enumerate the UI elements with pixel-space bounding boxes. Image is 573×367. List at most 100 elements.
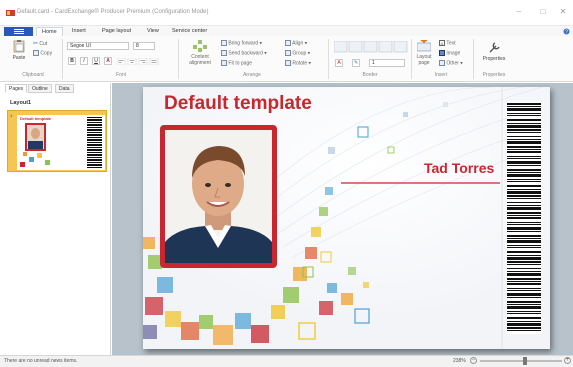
barcode-bar <box>507 108 541 111</box>
barcode-bar <box>507 149 541 150</box>
barcode-bar <box>507 301 541 303</box>
fit-to-page-button[interactable]: Fit to page <box>221 60 252 66</box>
app-icon <box>6 10 15 16</box>
barcode-bar <box>507 205 541 206</box>
help-icon[interactable]: ? <box>563 28 570 35</box>
close-button[interactable]: ✕ <box>556 6 570 18</box>
bring-forward-button[interactable]: Bring forward ▾ <box>221 40 262 46</box>
rotate-button[interactable]: Rotate ▾ <box>285 60 311 66</box>
align-button[interactable]: Align ▾ <box>285 40 307 46</box>
content-alignment-button[interactable]: Content alignment <box>183 40 217 66</box>
file-menu-button[interactable] <box>4 27 33 36</box>
thumbnail-photo <box>25 123 46 151</box>
copy-button[interactable]: Copy <box>33 50 52 56</box>
barcode-bar <box>507 247 541 248</box>
thumbnail-barcode <box>87 117 102 168</box>
barcode-bar <box>507 222 541 223</box>
barcode-bar <box>507 297 541 298</box>
align-right-icon[interactable] <box>138 57 148 66</box>
paste-icon <box>13 40 25 53</box>
page-thumbnail[interactable]: 1 Default template <box>7 110 107 172</box>
align-center-icon[interactable] <box>127 57 137 66</box>
tab-data[interactable]: Data <box>55 84 74 93</box>
align-left-icon[interactable] <box>116 57 126 66</box>
cut-icon: ✂ <box>33 41 39 47</box>
image-icon <box>439 50 445 56</box>
barcode-bar <box>507 273 541 276</box>
border-pen-button[interactable]: ✎ <box>352 59 360 67</box>
barcode-bar <box>507 271 541 272</box>
justify-icon[interactable] <box>149 57 159 66</box>
layout-page-button[interactable]: Layout page <box>414 40 434 66</box>
barcode-bar <box>507 132 541 133</box>
ribbon-separator <box>473 39 474 79</box>
barcode-bar <box>507 106 541 107</box>
border-color-button[interactable]: A <box>335 59 343 67</box>
ribbon-separator <box>411 39 412 79</box>
card-title[interactable]: Default template <box>164 93 312 115</box>
layout-page-icon <box>416 40 432 52</box>
minimize-button[interactable]: – <box>512 6 526 18</box>
properties-button[interactable]: Properties <box>480 40 508 62</box>
font-size-select[interactable]: 8 <box>133 42 155 50</box>
barcode-bar <box>507 129 541 131</box>
border-size-select[interactable]: 1 <box>369 59 405 67</box>
zoom-in-button[interactable]: + <box>564 357 571 364</box>
barcode-bar <box>507 113 541 114</box>
font-group-label: Font <box>115 72 126 78</box>
barcode-bar <box>507 146 541 148</box>
insert-image-button[interactable]: Image <box>439 50 460 56</box>
cut-button[interactable]: ✂ Cut <box>33 40 47 47</box>
bring-forward-icon <box>221 40 227 46</box>
photo-frame[interactable] <box>160 125 277 268</box>
barcode[interactable] <box>507 101 541 334</box>
tab-pages[interactable]: Pages <box>5 84 28 93</box>
ribbon-separator <box>62 39 63 79</box>
zoom-out-button[interactable]: − <box>470 357 477 364</box>
barcode-bar <box>507 257 541 260</box>
barcode-bar <box>507 123 541 124</box>
ribbon-separator <box>178 39 179 79</box>
tab-outline[interactable]: Outline <box>28 84 52 93</box>
paste-button[interactable]: Paste <box>10 39 28 61</box>
bold-button[interactable]: B <box>68 57 76 65</box>
copy-icon <box>33 50 39 56</box>
group-button[interactable]: Group ▾ <box>285 50 310 56</box>
italic-button[interactable]: I <box>80 57 88 65</box>
tab-page-layout[interactable]: Page layout <box>102 27 131 36</box>
cardholder-name[interactable]: Tad Torres <box>424 160 494 176</box>
barcode-bar <box>507 227 541 230</box>
font-color-button[interactable]: A <box>104 57 112 65</box>
barcode-bar <box>507 317 541 319</box>
id-card[interactable]: Default template Tad Torres <box>143 87 550 349</box>
tab-insert[interactable]: Insert <box>72 27 86 36</box>
border-group-label: Border <box>362 72 378 78</box>
font-family-select[interactable]: Segoe UI <box>67 42 129 50</box>
barcode-bar <box>507 306 541 309</box>
send-backward-button[interactable]: Send backward ▾ <box>221 50 267 56</box>
barcode-bar <box>507 224 541 225</box>
zoom-slider[interactable] <box>480 360 562 362</box>
insert-other-button[interactable]: Other ▾ <box>439 60 463 66</box>
barcode-bar <box>507 158 541 159</box>
insert-group-label: Insert <box>434 72 448 78</box>
tab-view[interactable]: View <box>147 27 159 36</box>
underline-button[interactable]: U <box>92 57 100 65</box>
insert-text-button[interactable]: A Text <box>439 40 455 46</box>
barcode-bar <box>507 125 541 128</box>
tab-service-center[interactable]: Service center <box>172 27 207 36</box>
barcode-bar <box>507 278 541 280</box>
maximize-button[interactable]: □ <box>536 6 550 18</box>
zoom-level-label: 238% <box>453 358 466 364</box>
barcode-bar <box>507 156 541 157</box>
text-icon: A <box>439 40 445 46</box>
border-style-gallery[interactable] <box>333 40 408 55</box>
barcode-bar <box>507 181 541 182</box>
barcode-bar <box>507 255 541 256</box>
zoom-slider-thumb[interactable] <box>522 357 527 365</box>
barcode-bar <box>507 174 541 177</box>
ribbon-separator <box>328 39 329 79</box>
barcode-bar <box>507 283 541 285</box>
tab-home[interactable]: Home <box>36 27 63 36</box>
rotate-icon <box>285 60 291 66</box>
